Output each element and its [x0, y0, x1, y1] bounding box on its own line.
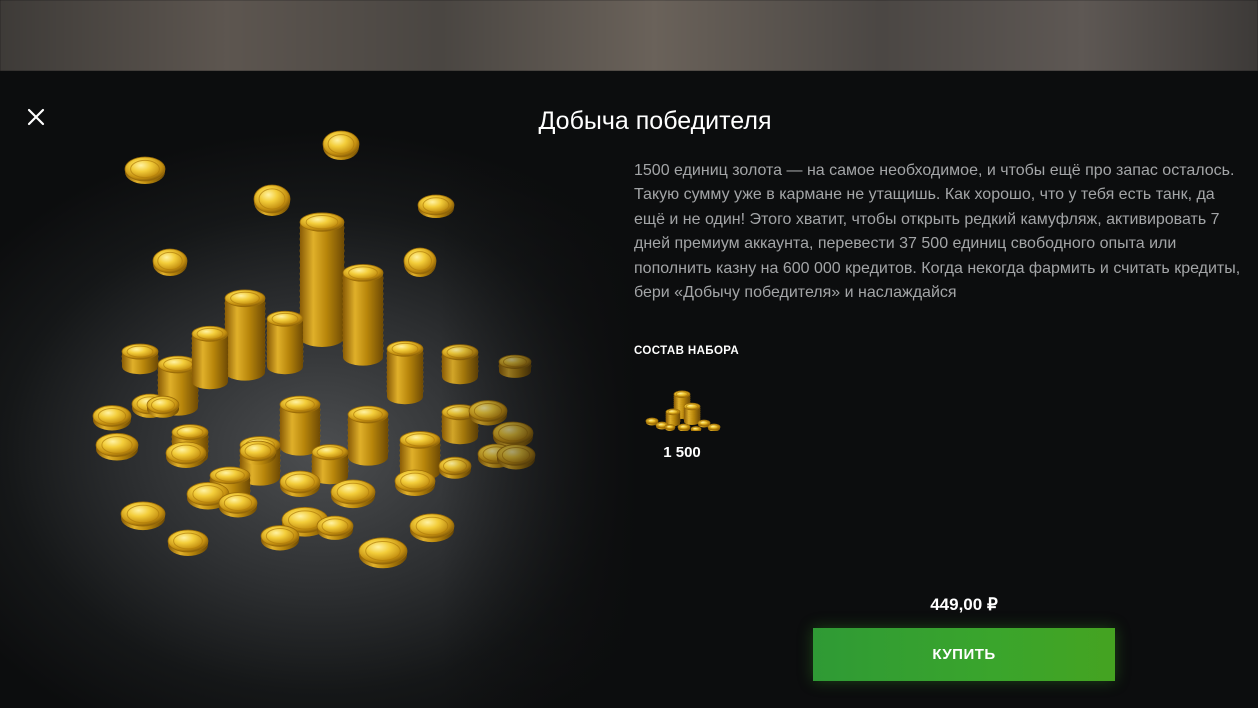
scattered-coin	[92, 405, 132, 431]
background-app-blurred	[0, 0, 1258, 71]
scattered-coin	[394, 469, 436, 496]
stacked-coin	[498, 354, 532, 374]
buy-button[interactable]: КУПИТЬ	[813, 628, 1115, 681]
stacked-coin	[266, 310, 304, 333]
stacked-coin	[441, 358, 479, 380]
mini-coin	[690, 426, 702, 433]
scattered-coin	[496, 444, 536, 470]
scattered-coin	[358, 537, 408, 569]
scattered-coin	[279, 470, 321, 497]
scattered-coin	[165, 441, 207, 468]
stacked-coin	[441, 408, 479, 431]
stacked-coin	[441, 404, 479, 426]
flying-coin	[417, 194, 455, 218]
stacked-coin	[121, 343, 159, 365]
stacked-coin	[311, 444, 349, 466]
flying-coin	[403, 247, 437, 277]
scattered-coin	[492, 421, 534, 448]
mini-coin	[683, 402, 701, 413]
stacked-coin	[299, 212, 345, 239]
bundle-item-gold: 1 500	[640, 383, 724, 461]
stacked-coin	[441, 423, 479, 445]
stacked-coin	[347, 405, 389, 430]
stacked-coin	[498, 358, 532, 378]
gold-coins-pile-icon	[92, 130, 536, 569]
stacked-coin	[279, 395, 321, 420]
gold-coins-icon	[645, 390, 721, 433]
stacked-coin	[342, 264, 384, 288]
scattered-coin	[167, 529, 209, 556]
bundle-heading: СОСТАВ НАБОРА	[634, 345, 740, 357]
bundle-item-amount: 1 500	[663, 444, 701, 461]
stacked-coin	[224, 289, 266, 313]
stacked-coin	[441, 353, 479, 375]
mini-coin	[707, 423, 721, 432]
flying-coin	[152, 248, 188, 276]
offer-artwork	[0, 71, 640, 708]
mini-coin	[664, 424, 676, 431]
flying-coin	[253, 184, 291, 216]
scattered-coin	[260, 525, 300, 551]
scattered-coin	[438, 456, 472, 479]
offer-description: 1500 единиц золота — на самое необходимо…	[634, 162, 1241, 302]
scattered-coin	[477, 443, 515, 468]
scattered-coin	[120, 501, 166, 531]
stacked-coin	[441, 344, 479, 366]
stacked-coin	[441, 418, 479, 440]
stacked-coin	[191, 325, 229, 348]
scattered-coin	[95, 433, 139, 461]
flying-coins	[124, 130, 455, 277]
mini-coin	[673, 390, 691, 401]
scattered-coin	[316, 515, 354, 540]
close-button[interactable]	[22, 103, 50, 131]
stacked-coin	[441, 413, 479, 435]
flying-coin	[124, 156, 166, 184]
close-icon	[27, 108, 45, 126]
scattered-coin	[409, 513, 455, 543]
offer-title: Добыча победителя	[538, 107, 772, 135]
stacked-coin	[441, 363, 479, 385]
scattered-coin	[468, 400, 508, 426]
scattered-coin	[330, 479, 376, 509]
stacked-coin	[441, 348, 479, 371]
price-label: 449,00 ₽	[930, 595, 998, 614]
scattered-coin	[218, 492, 258, 518]
stacked-coin	[386, 340, 424, 363]
scattered-coin	[239, 440, 277, 465]
stacked-coin	[399, 431, 441, 455]
mini-coin	[665, 408, 681, 418]
offer-modal: Добыча победителя 1500 единиц золота — н…	[0, 71, 1258, 708]
scattered-coin	[146, 395, 180, 418]
mini-coin	[677, 423, 691, 432]
screen: Добыча победителя 1500 единиц золота — н…	[0, 0, 1258, 708]
